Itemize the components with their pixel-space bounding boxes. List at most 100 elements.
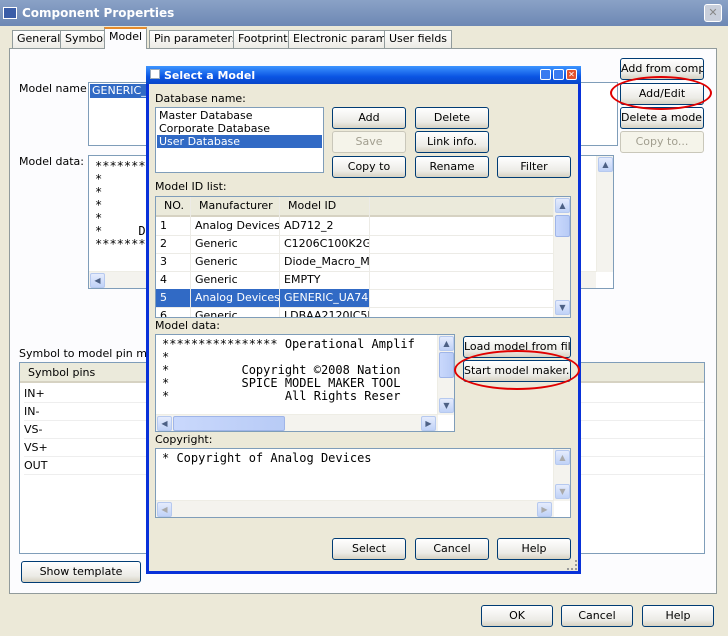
row-manufacturer: Generic — [191, 253, 280, 271]
tab-general[interactable]: General — [12, 30, 66, 48]
row-model-id: C1206C100K2GA( — [280, 235, 370, 253]
model-row[interactable]: 6 Generic LDBAA2120JC5N — [156, 307, 554, 317]
resize-grip-icon[interactable] — [567, 560, 577, 570]
model-id-list-label: Model ID list: — [155, 180, 227, 193]
row-model-id: AD712_2 — [280, 217, 370, 235]
row-no: 6 — [156, 307, 191, 317]
scroll-right-icon[interactable]: ▶ — [421, 416, 436, 431]
minimize-icon[interactable] — [540, 69, 551, 80]
model-id-table[interactable]: NO. Manufacturer Model ID 1 Analog Device… — [155, 196, 571, 318]
select-button[interactable]: Select — [332, 538, 406, 560]
copy-to-model-button[interactable]: Copy to... — [620, 131, 704, 153]
model-name-label: Model name: — [19, 82, 91, 95]
scroll-up-icon[interactable]: ▲ — [555, 198, 570, 213]
database-list[interactable]: Master Database Corporate Database User … — [155, 107, 324, 173]
scroll-down-icon[interactable]: ▼ — [555, 484, 570, 499]
column-manufacturer[interactable]: Manufacturer — [191, 197, 280, 217]
show-template-button[interactable]: Show template — [21, 561, 141, 583]
scroll-up-icon[interactable]: ▲ — [439, 336, 454, 351]
model-row-selected[interactable]: 5 Analog Devices GENERIC_UA741 — [156, 289, 554, 308]
row-model-id: GENERIC_UA741 — [280, 289, 370, 307]
copyright-box[interactable]: * Copyright of Analog Devices ▲ ▼ ◀ ▶ — [155, 448, 571, 518]
column-model-id[interactable]: Model ID — [280, 197, 370, 217]
tab-footprint[interactable]: Footprint — [233, 30, 293, 48]
model-id-vscroll[interactable]: ▲ ▼ — [553, 197, 570, 317]
row-no: 1 — [156, 217, 191, 235]
row-manufacturer: Analog Devices — [191, 217, 280, 235]
close-icon[interactable]: ✕ — [704, 4, 722, 22]
tab-pin-parameters[interactable]: Pin parameters — [149, 30, 243, 48]
main-model-data-line: ******* — [95, 237, 146, 251]
filter-button[interactable]: Filter — [497, 156, 571, 178]
app-icon — [3, 7, 17, 19]
database-item[interactable]: Corporate Database — [157, 122, 322, 135]
ok-button[interactable]: OK — [481, 605, 553, 627]
model-row[interactable]: 1 Analog Devices AD712_2 — [156, 217, 554, 236]
scroll-up-icon[interactable]: ▲ — [555, 450, 570, 465]
main-help-button[interactable]: Help — [642, 605, 714, 627]
row-manufacturer: Generic — [191, 271, 280, 289]
model-data-line: * — [162, 351, 170, 364]
tab-model[interactable]: Model — [104, 27, 148, 49]
scroll-thumb[interactable] — [555, 215, 570, 237]
dialog-help-button[interactable]: Help — [497, 538, 571, 560]
column-no[interactable]: NO. — [156, 197, 191, 217]
dialog-title: Select a Model — [164, 69, 256, 82]
dialog-title-bar[interactable]: Select a Model ✕ — [146, 66, 581, 84]
maximize-icon[interactable] — [553, 69, 564, 80]
row-manufacturer: Generic — [191, 235, 280, 253]
save-button[interactable]: Save — [332, 131, 406, 153]
scroll-up-icon[interactable]: ▲ — [598, 157, 613, 172]
main-cancel-button[interactable]: Cancel — [561, 605, 633, 627]
scroll-thumb[interactable] — [439, 352, 454, 378]
delete-button[interactable]: Delete — [415, 107, 489, 129]
copyright-hscroll[interactable]: ◀ ▶ — [156, 500, 554, 517]
scroll-left-icon[interactable]: ◀ — [157, 502, 172, 517]
row-no: 2 — [156, 235, 191, 253]
tab-user-fields[interactable]: User fields — [384, 30, 453, 48]
delete-model-button[interactable]: Delete a model — [620, 107, 704, 129]
dialog-model-data-label: Model data: — [155, 319, 221, 332]
scroll-thumb[interactable] — [173, 416, 285, 431]
row-manufacturer: Analog Devices — [191, 289, 280, 307]
model-row[interactable]: 4 Generic EMPTY — [156, 271, 554, 290]
database-item[interactable]: Master Database — [157, 109, 322, 122]
model-row[interactable]: 3GenericDiode_Macro_Moc — [156, 253, 554, 272]
tab-electronic-param[interactable]: Electronic param. — [288, 30, 395, 48]
row-no: 3 — [156, 253, 191, 271]
dialog-model-data-hscroll[interactable]: ◀ ▶ — [156, 414, 438, 431]
copyright-text: * Copyright of Analog Devices — [162, 451, 372, 465]
main-model-data-vscroll[interactable]: ▲ — [596, 156, 613, 272]
model-data-line: * SPICE MODEL MAKER TOOL — [162, 377, 401, 390]
model-row[interactable]: 2GenericC1206C100K2GA( — [156, 235, 554, 254]
annotation-circle — [610, 76, 712, 110]
row-model-id: Diode_Macro_Moc — [280, 253, 370, 271]
rename-button[interactable]: Rename — [415, 156, 489, 178]
model-data-label: Model data: — [19, 155, 85, 168]
copyright-vscroll[interactable]: ▲ ▼ — [553, 449, 570, 501]
model-data-line: **************** Operational Amplif — [162, 338, 415, 351]
dialog-model-data-vscroll[interactable]: ▲ ▼ — [437, 335, 454, 415]
scroll-down-icon[interactable]: ▼ — [439, 398, 454, 413]
model-data-line: * Copyright ©2008 Nation — [162, 364, 401, 377]
copy-to-button[interactable]: Copy to — [332, 156, 406, 178]
row-manufacturer: Generic — [191, 307, 280, 317]
main-title-bar[interactable]: Component Properties ✕ — [0, 0, 728, 26]
row-no: 4 — [156, 271, 191, 289]
row-model-id: LDBAA2120JC5N — [280, 307, 370, 317]
database-name-label: Database name: — [155, 92, 246, 105]
dialog-close-icon[interactable]: ✕ — [566, 69, 577, 80]
link-info-button[interactable]: Link info. — [415, 131, 489, 153]
scroll-left-icon[interactable]: ◀ — [90, 273, 105, 288]
row-no: 5 — [156, 289, 191, 307]
model-data-line: * All Rights Reser — [162, 390, 401, 403]
select-model-dialog: Select a Model ✕ Database name: Master D… — [146, 66, 581, 574]
scroll-right-icon[interactable]: ▶ — [537, 502, 552, 517]
copyright-label: Copyright: — [155, 433, 213, 446]
add-button[interactable]: Add — [332, 107, 406, 129]
dialog-model-data-box[interactable]: **************** Operational Amplif * * … — [155, 334, 455, 432]
scroll-left-icon[interactable]: ◀ — [157, 416, 172, 431]
scroll-down-icon[interactable]: ▼ — [555, 300, 570, 315]
dialog-cancel-button[interactable]: Cancel — [415, 538, 489, 560]
database-item-selected[interactable]: User Database — [157, 135, 322, 148]
